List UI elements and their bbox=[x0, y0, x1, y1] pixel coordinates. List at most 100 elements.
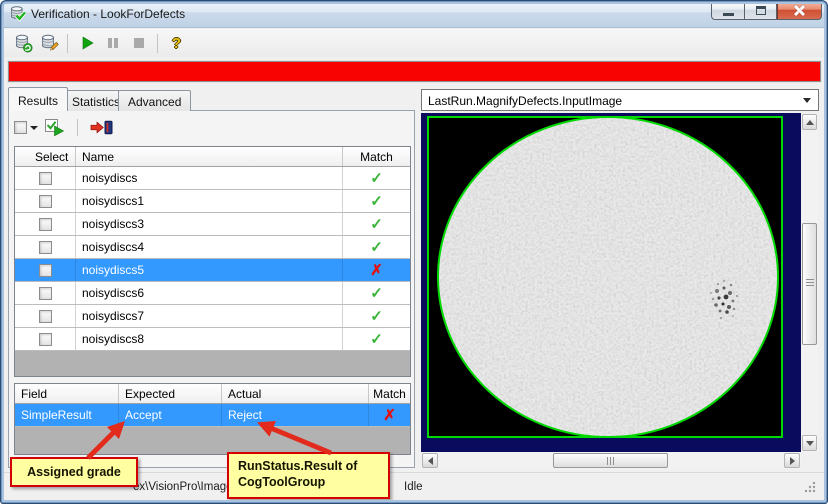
maximize-button[interactable] bbox=[744, 1, 777, 20]
edit-results-button[interactable] bbox=[36, 31, 61, 55]
pause-button[interactable] bbox=[100, 31, 125, 55]
checkbox-dropdown-icon bbox=[14, 121, 27, 134]
results-table-header: Select Name Match bbox=[15, 147, 410, 167]
selector-value: LastRun.MagnifyDefects.InputImage bbox=[428, 94, 623, 108]
run-button[interactable] bbox=[74, 31, 99, 55]
load-results-button[interactable] bbox=[10, 31, 35, 55]
chevron-down-icon bbox=[30, 125, 38, 130]
main-toolbar: ? bbox=[3, 29, 825, 57]
results-table-row[interactable]: noisydiscs6 ✓ bbox=[15, 282, 410, 305]
results-table-row[interactable]: noisydiscs4 ✓ bbox=[15, 236, 410, 259]
row-checkbox[interactable] bbox=[38, 171, 52, 185]
record-name: noisydiscs4 bbox=[76, 236, 343, 258]
column-header-select[interactable]: Select bbox=[15, 147, 76, 166]
row-checkbox[interactable] bbox=[38, 263, 52, 277]
help-button[interactable]: ? bbox=[164, 31, 189, 55]
column-header-name[interactable]: Name bbox=[76, 147, 343, 166]
results-table-row[interactable]: noisydiscs3 ✓ bbox=[15, 213, 410, 236]
verification-window: Verification - LookForDefects ? Results … bbox=[0, 0, 828, 504]
toolbar-separator bbox=[67, 33, 68, 53]
toolbar-separator bbox=[157, 33, 158, 53]
window-title: Verification - LookForDefects bbox=[31, 7, 186, 21]
arrow-left-icon bbox=[427, 456, 433, 465]
column-header-actual[interactable]: Actual bbox=[222, 384, 369, 403]
detail-table-row[interactable]: SimpleResult Accept Reject ✗ bbox=[15, 404, 410, 427]
mismatch-alert-banner bbox=[8, 61, 821, 82]
field-name: SimpleResult bbox=[15, 404, 119, 426]
inspection-image-display[interactable] bbox=[421, 113, 801, 452]
select-cell bbox=[15, 259, 76, 281]
chevron-down-icon bbox=[803, 98, 811, 103]
record-name: noisydiscs7 bbox=[76, 305, 343, 327]
select-cell bbox=[15, 190, 76, 212]
database-edit-icon bbox=[41, 34, 59, 51]
tab-label: Results bbox=[18, 94, 59, 108]
record-name: noisydiscs8 bbox=[76, 328, 343, 350]
check-icon: ✓ bbox=[370, 216, 383, 233]
close-button[interactable] bbox=[777, 1, 822, 20]
toolbar-separator bbox=[77, 119, 78, 136]
column-header-match[interactable]: Match bbox=[369, 384, 410, 403]
callout-runstatus-result: RunStatus.Result of CogToolGroup bbox=[227, 452, 390, 499]
noisy-disc-image bbox=[421, 113, 801, 452]
column-header-match[interactable]: Match bbox=[343, 147, 410, 166]
row-checkbox[interactable] bbox=[38, 332, 52, 346]
status-path-fragment: ex\VisionPro\Images bbox=[133, 481, 239, 493]
detail-table-header: Field Expected Actual Match bbox=[15, 384, 410, 404]
status-state-label: Idle bbox=[404, 481, 423, 493]
check-icon: ✓ bbox=[370, 193, 383, 210]
row-checkbox[interactable] bbox=[38, 309, 52, 323]
record-name: noisydiscs bbox=[76, 167, 343, 189]
scroll-down-button[interactable] bbox=[802, 435, 817, 451]
column-header-field[interactable]: Field bbox=[15, 384, 119, 403]
callout-assigned-grade: Assigned grade bbox=[10, 457, 138, 487]
minimize-button[interactable] bbox=[711, 1, 744, 20]
results-table-row[interactable]: noisydiscs8 ✓ bbox=[15, 328, 410, 351]
scroll-up-button[interactable] bbox=[802, 114, 817, 130]
vertical-scrollbar[interactable] bbox=[801, 113, 818, 452]
record-name: noisydiscs5 bbox=[76, 259, 343, 281]
pause-icon bbox=[107, 38, 118, 48]
row-checkbox[interactable] bbox=[38, 286, 52, 300]
image-display-selector[interactable]: LastRun.MagnifyDefects.InputImage bbox=[421, 89, 819, 111]
title-bar[interactable]: Verification - LookForDefects bbox=[0, 0, 828, 28]
stop-button[interactable] bbox=[126, 31, 151, 55]
detail-table-body: SimpleResult Accept Reject ✗ bbox=[15, 404, 410, 427]
run-checked-button[interactable] bbox=[45, 119, 65, 136]
vertical-scroll-thumb[interactable] bbox=[802, 223, 817, 345]
results-table-row[interactable]: noisydiscs ✓ bbox=[15, 167, 410, 190]
results-table-row[interactable]: noisydiscs7 ✓ bbox=[15, 305, 410, 328]
select-cell bbox=[15, 282, 76, 304]
maximize-icon bbox=[755, 6, 766, 15]
column-header-expected[interactable]: Expected bbox=[119, 384, 222, 403]
check-icon: ✓ bbox=[370, 331, 383, 348]
horizontal-scrollbar[interactable] bbox=[421, 452, 801, 469]
select-cell bbox=[15, 236, 76, 258]
check-icon: ✓ bbox=[370, 239, 383, 256]
arrow-up-icon bbox=[805, 119, 814, 125]
resize-grip-icon[interactable] bbox=[803, 480, 816, 496]
results-table-row[interactable]: noisydiscs1 ✓ bbox=[15, 190, 410, 213]
results-table-row[interactable]: noisydiscs5 ✗ bbox=[15, 259, 410, 282]
check-icon: ✓ bbox=[370, 170, 383, 187]
database-refresh-icon bbox=[15, 34, 32, 53]
detail-table: Field Expected Actual Match SimpleResult… bbox=[14, 383, 411, 455]
check-icon: ✓ bbox=[370, 308, 383, 325]
scroll-left-button[interactable] bbox=[422, 453, 438, 468]
select-all-dropdown-button[interactable] bbox=[14, 121, 38, 134]
database-check-icon bbox=[9, 5, 27, 27]
help-icon: ? bbox=[171, 34, 182, 52]
row-checkbox[interactable] bbox=[38, 240, 52, 254]
scroll-right-button[interactable] bbox=[784, 453, 800, 468]
row-checkbox[interactable] bbox=[38, 194, 52, 208]
checked-run-icon bbox=[45, 119, 65, 136]
cross-icon: ✗ bbox=[370, 262, 383, 279]
tab-advanced[interactable]: Advanced bbox=[118, 90, 192, 111]
stop-icon bbox=[133, 38, 144, 48]
horizontal-scroll-thumb[interactable] bbox=[553, 453, 668, 468]
export-to-database-button[interactable] bbox=[90, 120, 113, 135]
tab-results[interactable]: Results bbox=[8, 87, 69, 111]
row-checkbox[interactable] bbox=[38, 217, 52, 231]
tab-label: Advanced bbox=[128, 95, 182, 109]
results-mini-toolbar bbox=[14, 115, 113, 140]
